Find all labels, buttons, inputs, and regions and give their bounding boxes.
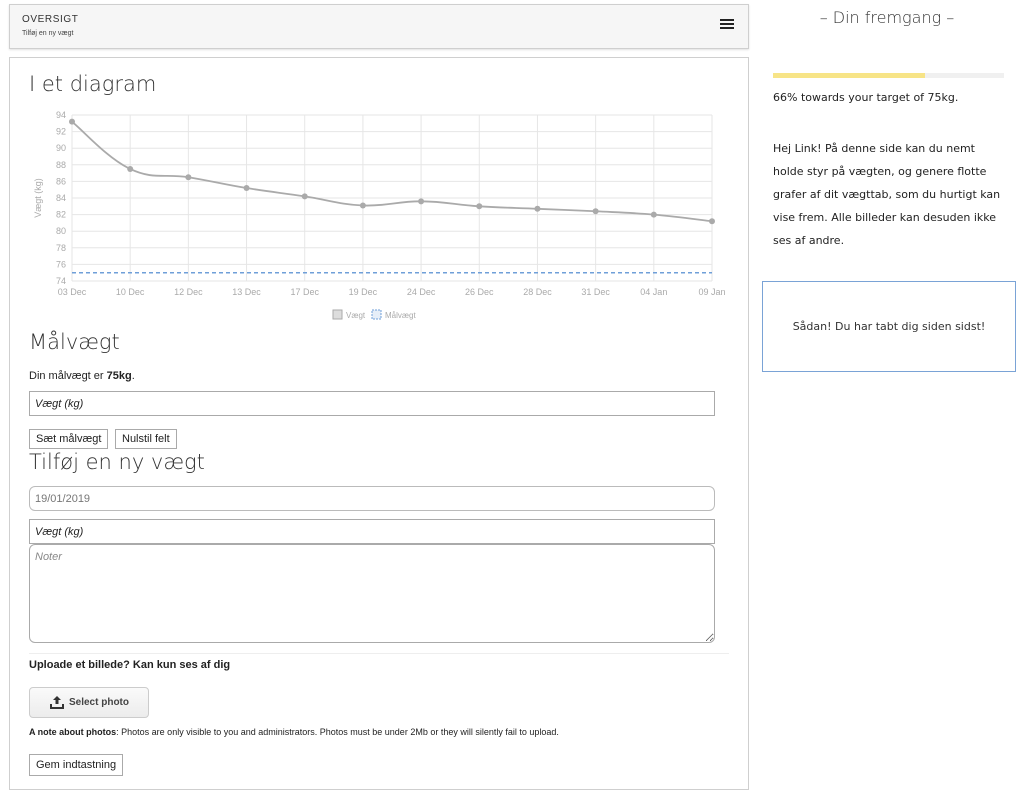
photo-note: A note about photos: Photos are only vis… [29,727,559,737]
weight-point [418,198,425,205]
y-tick-label: 86 [56,176,66,186]
weight-line [71,120,713,223]
success-notice: Sådan! Du har tabt dig siden sidst! [762,281,1016,372]
x-tick-label: 28 Dec [523,287,552,297]
y-tick-label: 88 [56,160,66,170]
page-title: OVERSIGT [22,14,79,25]
intro-text: Hej Link! På denne side kan du nemt hold… [773,142,1001,247]
x-tick-label: 10 Dec [116,287,145,297]
goal-weight-input[interactable] [29,391,715,416]
progress-bar-fill [773,73,926,78]
progress-title: – Din fremgang – [819,8,955,27]
chart-heading: I et diagram [29,72,157,96]
date-input[interactable] [29,486,715,511]
weight-point [243,185,250,192]
weight-point [709,218,715,225]
progress-bar [773,73,1004,78]
x-tick-label: 26 Dec [465,287,494,297]
x-tick-label: 09 Jan [698,287,725,297]
weight-point [476,203,483,210]
weight-point [127,165,134,172]
y-tick-label: 78 [56,243,66,253]
x-tick-label: 31 Dec [581,287,610,297]
weight-point [650,211,657,218]
goal-text-prefix: Din målvægt er [29,370,107,382]
weight-point [359,202,366,209]
reset-field-button[interactable]: Nulstil felt [115,429,177,449]
weight-point [185,174,192,181]
weight-point [69,118,75,125]
page-subtitle: Tilføj en ny vægt [22,30,74,37]
weight-chart: 74 76 78 80 82 84 86 88 90 92 94 03 Dec 10 Dec 12 Dec… [33,110,726,320]
main-panel: I et diagram 74 76 78 80 82 84 86 88 90 92 94 03 De… [9,57,749,790]
x-tick-label: 03 Dec [58,287,87,297]
legend-label-goal: Målvægt [385,311,416,320]
photo-note-text: : Photos are only visible to you and adm… [116,727,559,737]
y-tick-label: 80 [56,226,66,236]
hamburger-icon[interactable] [720,19,734,33]
weight-point [301,193,308,200]
progress-text: 66% towards your target of 75kg. [773,91,959,104]
goal-text-suffix: . [131,370,135,382]
notes-textarea[interactable] [29,544,715,643]
y-tick-label: 84 [56,193,66,203]
y-axis-label: Vægt (kg) [33,178,43,218]
goal-value: 75kg [106,370,132,382]
weight-point [592,208,599,215]
set-goal-button[interactable]: Sæt målvægt [29,429,109,449]
weight-input[interactable] [29,519,715,544]
x-tick-label: 04 Jan [640,287,667,297]
success-notice-text: Sådan! Du har tabt dig siden sidst! [792,320,986,333]
page-header: OVERSIGT Tilføj en ny vægt [9,4,749,49]
legend-swatch-goal [371,309,382,320]
select-photo-label: Select photo [68,697,129,708]
upload-icon [49,695,64,709]
y-tick-label: 74 [56,276,66,286]
x-tick-label: 19 Dec [349,287,378,297]
y-tick-label: 92 [56,127,66,137]
goal-text: Din målvægt er 75kg. [29,370,135,382]
y-tick-label: 82 [56,210,66,220]
y-tick-label: 94 [56,110,66,120]
x-tick-label: 12 Dec [174,287,203,297]
x-tick-label: 13 Dec [232,287,261,297]
x-tick-label: 17 Dec [290,287,319,297]
y-tick-label: 76 [56,259,66,269]
y-tick-label: 90 [56,143,66,153]
save-entry-button[interactable]: Gem indtastning [29,754,124,776]
weight-point [534,205,541,212]
x-tick-label: 24 Dec [407,287,436,297]
photo-note-title: A note about photos [29,727,117,737]
goal-heading: Målvægt [29,330,120,354]
divider [29,653,729,654]
upload-label: Uploade et billede? Kan kun ses af dig [29,659,231,671]
select-photo-button[interactable]: Select photo [29,687,149,718]
add-weight-heading: Tilføj en ny vægt [29,450,205,474]
legend-label-weight: Vægt [346,311,366,320]
legend-swatch-weight [332,309,343,320]
